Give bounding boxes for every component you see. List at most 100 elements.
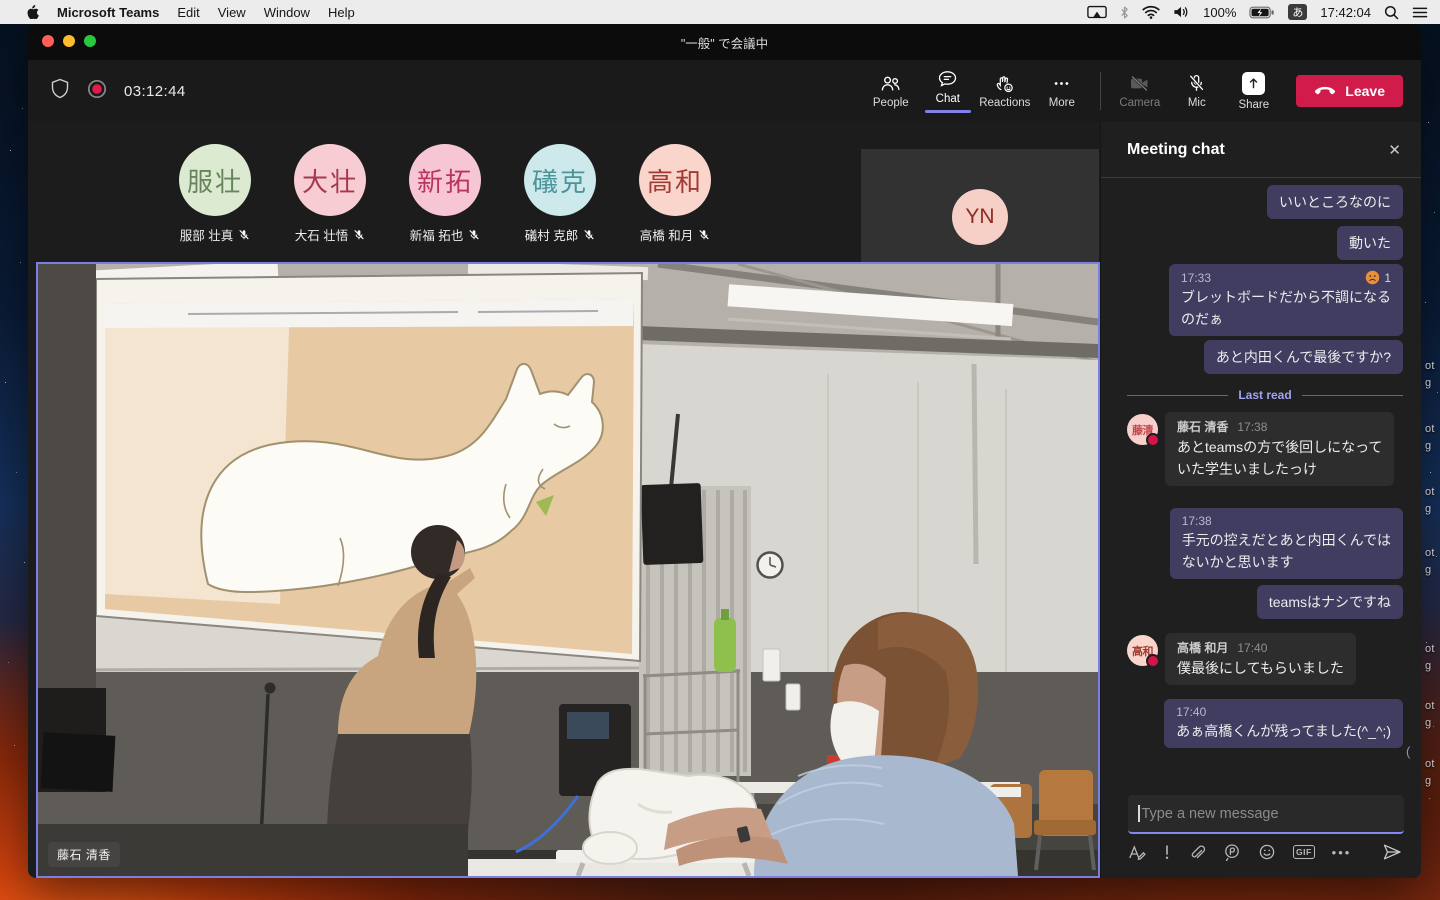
presence-busy-dot xyxy=(1146,654,1160,668)
chat-message-own: teamsはナシですね xyxy=(1127,585,1403,619)
mic-muted-icon xyxy=(469,229,479,239)
participant-avatar[interactable]: 礒克 xyxy=(524,144,596,216)
desktop-icon-label-fragment: ot g xyxy=(1425,423,1435,452)
more-button[interactable]: More xyxy=(1033,74,1090,109)
hangup-icon xyxy=(1315,86,1336,94)
message-time: 17:33 xyxy=(1181,270,1212,285)
stray-fragment: ( xyxy=(1406,744,1411,759)
gif-icon[interactable]: GIF xyxy=(1293,845,1315,859)
close-chat-icon[interactable]: ✕ xyxy=(1388,141,1401,159)
chat-message-bubble[interactable]: 17:38 手元の控えだとあと内田くんでは ないかと思います xyxy=(1169,508,1403,579)
chat-message-bubble[interactable]: 17:33 1 ブレットボードだから不調になる のだぁ xyxy=(1169,264,1403,336)
chat-panel-title: Meeting chat xyxy=(1127,140,1225,158)
sender-avatar[interactable]: 高和 xyxy=(1127,635,1160,668)
menu-bar-clock[interactable]: 17:42:04 xyxy=(1320,5,1371,20)
share-icon xyxy=(1242,71,1266,95)
participant[interactable]: 高和 高橋 和月 xyxy=(613,144,737,244)
control-center-icon[interactable] xyxy=(1412,6,1428,19)
apple-menu-icon[interactable] xyxy=(16,3,48,22)
screen-mirroring-icon[interactable] xyxy=(1087,5,1107,20)
message-reaction[interactable]: 1 xyxy=(1365,270,1391,285)
sender-name: 高橋 和月 xyxy=(1177,641,1229,655)
message-text: あと内田くんで最後ですか? xyxy=(1215,349,1391,365)
message-text: ブレットボードだから不調になる のだぁ xyxy=(1181,289,1391,327)
message-time: 17:38 xyxy=(1237,420,1268,434)
chat-message-own: あと内田くんで最後ですか? xyxy=(1127,340,1403,374)
chat-message-bubble[interactable]: teamsはナシですね xyxy=(1256,585,1403,619)
participant-avatar[interactable]: 新拓 xyxy=(409,144,481,216)
chat-message-own: 17:40 あぁ高橋くんが残ってました(^_^;) xyxy=(1127,699,1403,748)
emoji-icon[interactable] xyxy=(1258,843,1276,861)
window-title: "一般" で会議中 xyxy=(680,36,769,51)
chat-message-other: 高和 高橋 和月 17:40 僕最後にしてもらいました xyxy=(1127,633,1403,685)
message-text: teamsはナシですね xyxy=(1268,594,1391,610)
importance-icon[interactable] xyxy=(1163,844,1171,861)
participant[interactable]: 服壮 服部 壮真 xyxy=(153,144,277,244)
menu-window[interactable]: Window xyxy=(255,5,319,20)
chat-message-bubble[interactable]: 動いた xyxy=(1337,226,1403,260)
send-icon[interactable] xyxy=(1382,843,1402,861)
menu-app-name[interactable]: Microsoft Teams xyxy=(48,5,168,20)
camera-off-icon xyxy=(1131,75,1149,91)
mic-muted-icon xyxy=(1189,74,1205,91)
loop-app-icon[interactable] xyxy=(1223,843,1241,861)
chat-message-own: 動いた xyxy=(1127,226,1403,260)
presence-busy-dot xyxy=(1146,433,1160,447)
mic-button[interactable]: Mic xyxy=(1168,74,1225,109)
chat-message-bubble[interactable]: いいところなのに xyxy=(1267,185,1403,219)
message-time: 17:40 xyxy=(1176,705,1207,719)
menu-edit[interactable]: Edit xyxy=(168,5,208,20)
spotlight-avatar: YN xyxy=(952,189,1008,245)
wifi-icon[interactable] xyxy=(1142,5,1160,19)
share-button[interactable]: Share xyxy=(1225,71,1282,111)
video-name-tag: 藤石 清香 xyxy=(48,842,120,867)
camera-button[interactable]: Camera xyxy=(1111,74,1168,109)
chat-message-own: 17:38 手元の控えだとあと内田くんでは ないかと思います xyxy=(1127,508,1403,579)
participant-avatar[interactable]: 服壮 xyxy=(179,144,251,216)
sender-name: 藤石 清香 xyxy=(1177,420,1229,434)
desktop-icon-label-fragment: ot g xyxy=(1425,486,1435,515)
participant[interactable]: 新拓 新福 拓也 xyxy=(383,144,507,244)
message-text: いいところなのに xyxy=(1279,194,1391,210)
chat-message-bubble[interactable]: あと内田くんで最後ですか? xyxy=(1203,340,1403,374)
attach-icon[interactable] xyxy=(1188,844,1206,861)
volume-icon[interactable] xyxy=(1173,5,1190,19)
mic-muted-icon xyxy=(239,229,249,239)
leave-button[interactable]: Leave xyxy=(1296,75,1403,107)
format-icon[interactable] xyxy=(1128,844,1146,861)
message-text: あとteamsの方で後回しになって いた学生いましたっけ xyxy=(1177,439,1383,477)
sender-avatar[interactable]: 藤清 xyxy=(1127,414,1160,447)
menu-help[interactable]: Help xyxy=(319,5,364,20)
participant[interactable]: 大壮 大石 壮悟 xyxy=(268,144,392,244)
chat-message-bubble[interactable]: 藤石 清香 17:38 あとteamsの方で後回しになって いた学生いましたっけ xyxy=(1165,412,1395,486)
participant-avatar[interactable]: 大壮 xyxy=(294,144,366,216)
message-input-placeholder: Type a new message xyxy=(1141,805,1279,822)
input-source-badge[interactable]: あ xyxy=(1288,4,1308,20)
composer-more-icon[interactable]: ••• xyxy=(1332,845,1352,860)
spotlight-search-icon[interactable] xyxy=(1384,5,1399,20)
chat-message-list: いいところなのに動いた 17:33 1 ブレットボードだから不調になる のだぁあと内田… xyxy=(1127,179,1404,748)
chat-icon xyxy=(939,70,957,87)
toolbar-divider xyxy=(1100,72,1102,110)
meeting-timer: 03:12:44 xyxy=(124,82,186,100)
chat-message-other: 藤清 藤石 清香 17:38 あとteamsの方で後回しになって いた学生いましたっけ xyxy=(1127,412,1403,486)
security-shield-icon[interactable] xyxy=(50,78,70,105)
message-text: 手元の控えだとあと内田くんでは ないかと思います xyxy=(1181,532,1391,570)
reactions-button[interactable]: Reactions xyxy=(976,74,1033,109)
menu-view[interactable]: View xyxy=(209,5,255,20)
chat-message-bubble[interactable]: 17:40 あぁ高橋くんが残ってました(^_^;) xyxy=(1164,699,1403,748)
participant[interactable]: 礒克 礒村 克郎 xyxy=(498,144,622,244)
mic-muted-icon xyxy=(699,229,709,239)
chat-message-bubble[interactable]: 高橋 和月 17:40 僕最後にしてもらいました xyxy=(1165,633,1356,685)
battery-percentage: 100% xyxy=(1203,4,1237,20)
last-read-divider: Last read xyxy=(1127,386,1404,404)
message-input[interactable]: Type a new message xyxy=(1128,795,1404,834)
people-button[interactable]: People xyxy=(862,74,919,109)
chat-button[interactable]: Chat xyxy=(919,70,976,113)
text-cursor xyxy=(1138,805,1140,822)
main-video-tile[interactable]: 藤石 清香 xyxy=(36,262,1100,878)
bluetooth-icon[interactable] xyxy=(1120,5,1129,20)
message-text: あぁ高橋くんが残ってました(^_^;) xyxy=(1176,723,1391,739)
participant-avatar[interactable]: 高和 xyxy=(639,144,711,216)
meeting-toolbar: 03:12:44 People Chat Reactions More Came… xyxy=(28,60,1421,123)
